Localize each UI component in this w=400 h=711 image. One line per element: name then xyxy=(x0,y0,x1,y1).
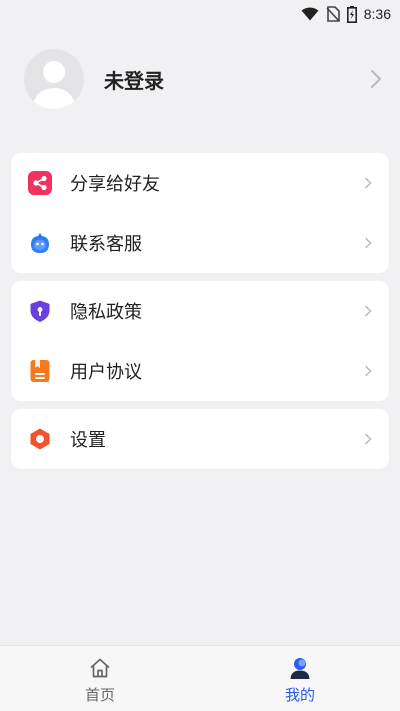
menu-item-settings[interactable]: 设置 xyxy=(11,409,389,469)
chevron-right-icon xyxy=(363,236,373,250)
menu-item-privacy-policy[interactable]: 隐私政策 xyxy=(11,281,389,341)
battery-charging-icon xyxy=(346,5,357,23)
share-icon xyxy=(28,171,52,195)
chevron-right-icon xyxy=(363,364,373,378)
menu-group-settings: 设置 xyxy=(11,409,389,469)
menu-label: 用户协议 xyxy=(70,362,142,383)
status-bar: 8:36 xyxy=(0,0,400,28)
wifi-icon xyxy=(301,7,319,21)
nav-item-home[interactable]: 首页 xyxy=(0,646,200,711)
menu-group-legal: 隐私政策 用户协议 xyxy=(11,281,389,401)
customer-service-icon xyxy=(28,231,52,255)
status-time: 8:36 xyxy=(363,6,391,22)
profile-icon xyxy=(288,656,312,680)
chevron-right-icon xyxy=(363,176,373,190)
profile-header[interactable]: 未登录 xyxy=(24,48,384,110)
menu-item-share[interactable]: 分享给好友 xyxy=(11,153,389,213)
agreement-icon xyxy=(28,359,52,383)
avatar[interactable] xyxy=(24,49,84,109)
nav-label-home: 首页 xyxy=(84,686,115,704)
default-avatar-icon xyxy=(32,61,76,109)
privacy-shield-icon xyxy=(28,299,52,323)
menu-item-customer-service[interactable]: 联系客服 xyxy=(11,213,389,273)
nav-item-profile[interactable]: 我的 xyxy=(200,646,400,711)
settings-icon xyxy=(28,427,52,451)
bottom-navigation: 首页 我的 xyxy=(0,645,400,711)
home-icon xyxy=(88,656,112,680)
chevron-right-icon xyxy=(363,304,373,318)
chevron-right-icon xyxy=(363,432,373,446)
menu-label: 隐私政策 xyxy=(70,302,142,323)
menu-label: 联系客服 xyxy=(70,234,142,255)
nav-label-profile: 我的 xyxy=(284,686,315,704)
no-sim-icon xyxy=(326,6,340,22)
menu-group-share-support: 分享给好友 联系客服 xyxy=(11,153,389,273)
chevron-right-icon[interactable] xyxy=(368,68,384,90)
menu-item-user-agreement[interactable]: 用户协议 xyxy=(11,341,389,401)
login-status-label[interactable]: 未登录 xyxy=(104,65,368,94)
menu-label: 分享给好友 xyxy=(70,174,160,195)
menu-label: 设置 xyxy=(70,430,106,451)
